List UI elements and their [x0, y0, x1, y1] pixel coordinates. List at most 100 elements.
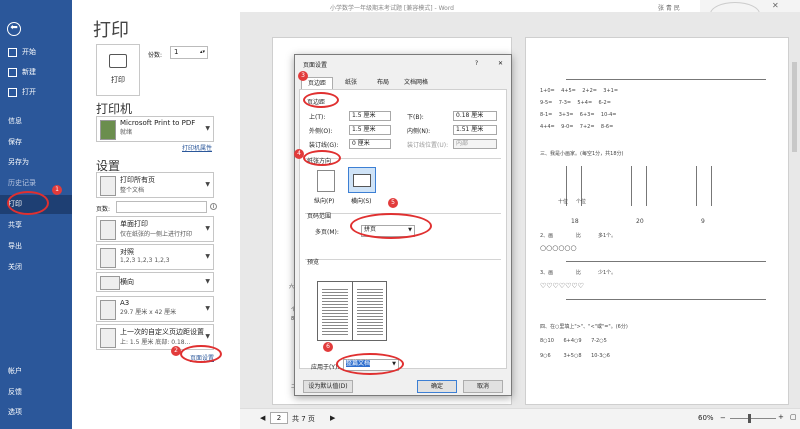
new-doc-icon [8, 68, 17, 77]
pages-icon [100, 176, 116, 196]
inner-label: 内侧(N): [407, 128, 431, 135]
collate-label: 对照 [120, 248, 134, 256]
sides-select[interactable]: 单面打印 仅在纸张的一侧上进行打印 ▼ [96, 216, 214, 242]
annotation-circle-5 [350, 213, 432, 239]
preview-text: 1+0= 4+5= 2+2= 3+1= [540, 88, 619, 94]
text-lines [322, 287, 348, 335]
annotation-circle-4 [303, 150, 341, 166]
bottom-margin-input[interactable]: 0.18 厘米 [453, 111, 497, 121]
info-icon[interactable]: i [210, 203, 217, 210]
print-button-label: 打印 [111, 76, 125, 84]
print-range-select[interactable]: 打印所有页 整个文档 ▼ [96, 172, 214, 198]
portrait-label: 纵向(P) [314, 198, 335, 205]
gutter-input[interactable]: 0 厘米 [349, 139, 391, 149]
paper-size-select[interactable]: A3 29.7 厘米 x 42 厘米 ▼ [96, 296, 214, 322]
copies-input[interactable]: 1 ▴▾ [170, 46, 208, 59]
zoom-in-icon[interactable]: + [778, 413, 784, 421]
gutter-pos-select[interactable]: 内部 [453, 139, 497, 149]
collate-select[interactable]: 对照 1,2,3 1,2,3 1,2,3 ▼ [96, 244, 214, 270]
preview-text: 比 [576, 233, 582, 239]
rule [566, 79, 766, 80]
preview-text: 2、画 [540, 233, 554, 239]
ok-button[interactable]: 确定 [417, 380, 457, 393]
tab-paper[interactable]: 纸张 [337, 77, 365, 89]
annotation-circle-2 [180, 345, 222, 363]
nav-options[interactable]: 选项 [0, 403, 72, 422]
abacus-rod [696, 166, 697, 206]
copies-label: 份数: [148, 52, 163, 59]
chevron-down-icon: ▼ [205, 181, 210, 188]
dialog-title: 页面设置 [303, 62, 328, 69]
prev-page-icon[interactable]: ◀ [260, 414, 265, 422]
collate-icon [100, 248, 116, 268]
paper-label: A3 [120, 299, 130, 307]
annotation-badge-2: 2 [171, 346, 181, 356]
orientation-select[interactable]: 横向 ▼ [96, 272, 214, 292]
close-icon[interactable]: ✕ [498, 60, 503, 67]
nav-save-as[interactable]: 另存为 [0, 153, 72, 172]
nav-new[interactable]: 新建 [0, 63, 72, 82]
nav-label: 开始 [22, 48, 36, 56]
portrait-icon[interactable] [317, 170, 335, 192]
printer-select[interactable]: Microsoft Print to PDF 就绪 ▼ [96, 116, 214, 142]
close-icon[interactable]: ✕ [772, 1, 779, 10]
landscape-option[interactable] [348, 167, 376, 193]
annotation-badge-4: 4 [294, 149, 304, 159]
nav-home[interactable]: 开始 [0, 43, 72, 62]
nav-feedback[interactable]: 反馈 [0, 383, 72, 402]
zoom-level: 60% [698, 414, 714, 422]
annotation-circle-6 [336, 353, 404, 375]
back-arrow-icon[interactable]: ⬅ [7, 22, 21, 36]
cancel-button[interactable]: 取消 [463, 380, 503, 393]
hearts-row: ♡♡♡♡♡♡♡ [540, 282, 584, 290]
inner-margin-input[interactable]: 1.51 厘米 [453, 125, 497, 135]
tab-layout[interactable]: 布局 [369, 77, 397, 89]
top-margin-input[interactable]: 1.5 厘米 [349, 111, 391, 121]
preview-text: 少1个。 [598, 270, 617, 276]
nav-open[interactable]: 打开 [0, 83, 72, 102]
print-button[interactable]: 打印 [96, 44, 140, 96]
zoom-slider[interactable] [730, 418, 776, 419]
user-name: 张 青 民 [658, 5, 680, 12]
home-icon [8, 48, 17, 57]
text-lines [357, 287, 383, 335]
scrollbar-thumb[interactable] [792, 62, 797, 152]
range-label: 打印所有页 [120, 176, 155, 184]
nav-info[interactable]: 信息 [0, 112, 72, 131]
printer-status-icon [100, 120, 116, 140]
help-icon[interactable]: ? [475, 60, 478, 67]
nav-export[interactable]: 导出 [0, 237, 72, 256]
set-default-button[interactable]: 设为默认值(D) [303, 380, 353, 393]
annotation-badge-3: 3 [298, 71, 308, 81]
fit-page-icon[interactable]: ▢ [790, 413, 797, 421]
preview-text: 8○10 6+4○9 7-2○5 [540, 338, 607, 344]
tab-doc-grid[interactable]: 文档网格 [399, 77, 433, 89]
printer-properties-link[interactable]: 打印机属性 [182, 143, 212, 152]
annotation-badge-5: 5 [388, 198, 398, 208]
single-sided-icon [100, 220, 116, 240]
pages-input[interactable] [116, 201, 207, 213]
folder-icon [8, 88, 17, 97]
annotation-badge-1: 1 [52, 185, 62, 195]
nav-share[interactable]: 共享 [0, 216, 72, 235]
copies-value: 1 [174, 48, 179, 56]
chevron-down-icon: ▼ [205, 225, 210, 232]
nav-account[interactable]: 帐户 [0, 362, 72, 381]
preview-text: 4+4= 9-0= 7+2= 8-6= [540, 124, 614, 130]
preview-text: 四、在○里填上">"、"<"或"="。(6分) [540, 324, 628, 330]
nav-save[interactable]: 保存 [0, 133, 72, 152]
rule [566, 299, 766, 300]
printer-status: 就绪 [120, 129, 133, 136]
zoom-slider-thumb[interactable] [748, 414, 751, 423]
page-number-input[interactable]: 2 [270, 412, 288, 424]
chevron-down-icon: ▼ [205, 253, 210, 260]
chevron-down-icon: ▼ [205, 333, 210, 340]
zoom-out-icon[interactable]: − [720, 414, 726, 422]
outer-margin-input[interactable]: 1.5 厘米 [349, 125, 391, 135]
preview-text: 8-1= 3+3= 6+3= 10-4= [540, 112, 617, 118]
abacus-rod [711, 166, 712, 206]
preview-text: 十位 [558, 199, 569, 205]
nav-close[interactable]: 关闭 [0, 258, 72, 277]
spinner-icon[interactable]: ▴▾ [200, 47, 205, 58]
next-page-icon[interactable]: ▶ [330, 414, 335, 422]
